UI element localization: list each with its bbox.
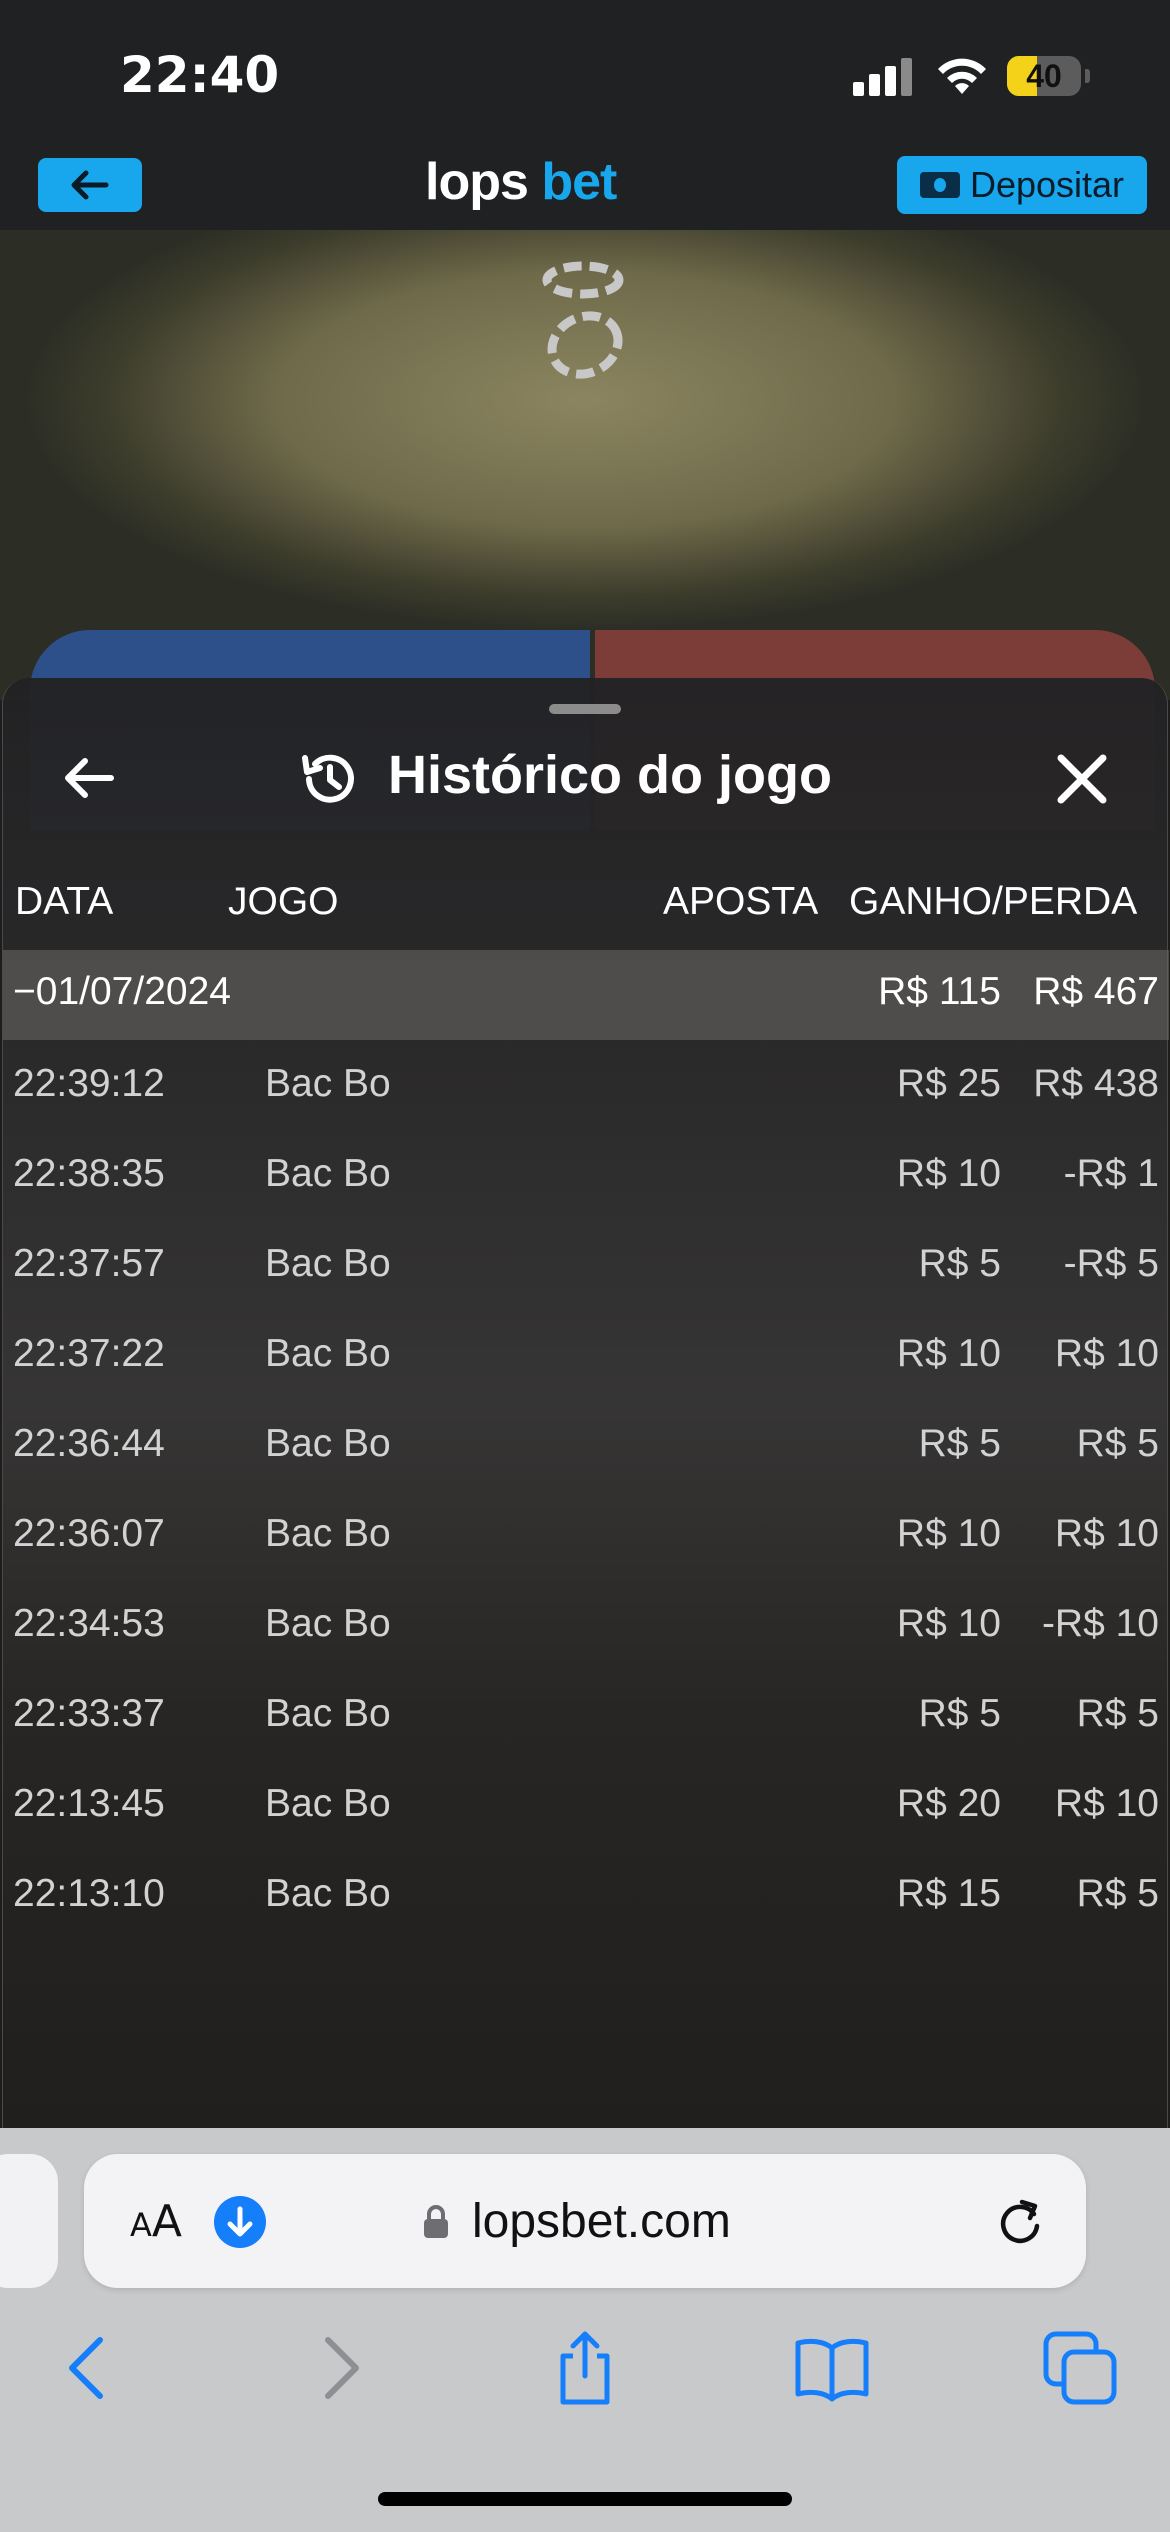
row-result: R$ 5 bbox=[1076, 1422, 1159, 1465]
clock: 22:40 bbox=[120, 46, 280, 104]
row-time: 22:37:57 bbox=[13, 1242, 165, 1285]
history-title: Histórico do jogo bbox=[388, 745, 832, 805]
share-icon[interactable] bbox=[545, 2328, 625, 2408]
history-row[interactable]: 22:39:12 Bac Bo R$ 25 R$ 438 bbox=[3, 1040, 1169, 1130]
history-row[interactable]: 22:37:57 Bac Bo R$ 5 -R$ 5 bbox=[3, 1220, 1169, 1310]
history-row[interactable]: 22:37:22 Bac Bo R$ 10 R$ 10 bbox=[3, 1310, 1169, 1400]
column-header-game: JOGO bbox=[228, 880, 339, 923]
row-time: 22:36:07 bbox=[13, 1512, 165, 1555]
row-result: R$ 5 bbox=[1076, 1872, 1159, 1915]
tabs-icon[interactable] bbox=[1040, 2328, 1120, 2408]
battery-indicator: 40 bbox=[1007, 56, 1090, 96]
row-time: 22:13:10 bbox=[13, 1872, 165, 1915]
lock-icon bbox=[424, 2205, 448, 2238]
dice-ring-decoration bbox=[542, 261, 624, 379]
row-game: Bac Bo bbox=[265, 1602, 391, 1645]
row-game: Bac Bo bbox=[265, 1062, 391, 1105]
deposit-label: Depositar bbox=[969, 164, 1125, 205]
row-time: 22:36:44 bbox=[13, 1422, 165, 1465]
arrow-left-icon bbox=[71, 170, 109, 200]
row-bet: R$ 15 bbox=[896, 1872, 1001, 1915]
row-bet: R$ 10 bbox=[896, 1602, 1001, 1645]
row-result: -R$ 10 bbox=[1041, 1602, 1159, 1645]
browser-toolbar: AA lopsbet.com bbox=[0, 2128, 1170, 2532]
history-row[interactable]: 22:33:37 Bac Bo R$ 5 R$ 5 bbox=[3, 1670, 1169, 1760]
row-time: 22:38:35 bbox=[13, 1152, 165, 1195]
close-button[interactable] bbox=[1053, 750, 1111, 808]
column-header-date: DATA bbox=[15, 880, 114, 923]
row-result: R$ 10 bbox=[1054, 1332, 1159, 1375]
row-result: R$ 10 bbox=[1054, 1782, 1159, 1825]
reader-settings-button[interactable]: AA bbox=[130, 2196, 182, 2247]
deposit-button[interactable]: Depositar bbox=[897, 156, 1147, 214]
cash-icon bbox=[919, 172, 960, 198]
address-bar[interactable]: AA lopsbet.com bbox=[84, 2154, 1086, 2288]
battery-percentage: 40 bbox=[1026, 58, 1062, 94]
history-row[interactable]: 22:34:53 Bac Bo R$ 10 -R$ 10 bbox=[3, 1580, 1169, 1670]
previous-tab-peek[interactable] bbox=[0, 2154, 58, 2288]
home-indicator[interactable] bbox=[378, 2492, 792, 2506]
row-bet: R$ 5 bbox=[918, 1422, 1001, 1465]
sheet-drag-handle[interactable] bbox=[549, 704, 621, 714]
row-result: R$ 5 bbox=[1076, 1692, 1159, 1735]
back-icon[interactable] bbox=[48, 2328, 128, 2408]
bookmarks-icon[interactable] bbox=[792, 2328, 872, 2408]
row-result: R$ 438 bbox=[1033, 1062, 1159, 1105]
row-bet: R$ 10 bbox=[896, 1332, 1001, 1375]
row-bet: R$ 5 bbox=[918, 1692, 1001, 1735]
group-win-total: R$ 467 bbox=[1033, 970, 1159, 1013]
history-row[interactable]: 22:38:35 Bac Bo R$ 10 -R$ 1 bbox=[3, 1130, 1169, 1220]
cellular-signal-icon bbox=[853, 56, 915, 96]
history-row[interactable]: 22:36:07 Bac Bo R$ 10 R$ 10 bbox=[3, 1490, 1169, 1580]
history-row[interactable]: 22:36:44 Bac Bo R$ 5 R$ 5 bbox=[3, 1400, 1169, 1490]
row-time: 22:34:53 bbox=[13, 1602, 165, 1645]
wifi-icon bbox=[938, 58, 986, 94]
row-time: 22:33:37 bbox=[13, 1692, 165, 1735]
history-row[interactable]: 22:13:45 Bac Bo R$ 20 R$ 10 bbox=[3, 1760, 1169, 1850]
row-result: -R$ 1 bbox=[1063, 1152, 1159, 1195]
group-bet-total: R$ 115 bbox=[878, 970, 1001, 1013]
row-game: Bac Bo bbox=[265, 1152, 391, 1195]
row-bet: R$ 25 bbox=[896, 1062, 1001, 1105]
row-game: Bac Bo bbox=[265, 1692, 391, 1735]
group-date: −01/07/2024 bbox=[13, 970, 231, 1013]
row-result: R$ 10 bbox=[1054, 1512, 1159, 1555]
reload-icon[interactable] bbox=[992, 2194, 1048, 2250]
logo: lops bet bbox=[425, 153, 617, 211]
date-group-row[interactable]: −01/07/2024 R$ 115 R$ 467 bbox=[3, 950, 1169, 1040]
row-bet: R$ 10 bbox=[896, 1512, 1001, 1555]
header-back-button[interactable] bbox=[38, 158, 142, 212]
row-time: 22:13:45 bbox=[13, 1782, 165, 1825]
status-bar: 22:40 40 bbox=[0, 0, 1170, 150]
history-icon bbox=[302, 754, 354, 803]
row-game: Bac Bo bbox=[265, 1782, 391, 1825]
column-header-bet: APOSTA bbox=[663, 880, 819, 923]
row-result: -R$ 5 bbox=[1063, 1242, 1159, 1285]
sheet-back-button[interactable] bbox=[59, 748, 119, 808]
row-bet: R$ 20 bbox=[896, 1782, 1001, 1825]
url-text[interactable]: lopsbet.com bbox=[472, 2194, 731, 2249]
row-time: 22:37:22 bbox=[13, 1332, 165, 1375]
download-icon[interactable] bbox=[214, 2196, 266, 2248]
app-header: lops bet Depositar bbox=[0, 150, 1170, 230]
row-game: Bac Bo bbox=[265, 1872, 391, 1915]
row-bet: R$ 5 bbox=[918, 1242, 1001, 1285]
row-bet: R$ 10 bbox=[896, 1152, 1001, 1195]
history-row[interactable]: 22:13:10 Bac Bo R$ 15 R$ 5 bbox=[3, 1850, 1169, 1940]
game-history-sheet: Histórico do jogo DATA JOGO APOSTA GANHO… bbox=[2, 678, 1169, 2128]
row-game: Bac Bo bbox=[265, 1512, 391, 1555]
forward-icon[interactable] bbox=[300, 2328, 380, 2408]
row-time: 22:39:12 bbox=[13, 1062, 165, 1105]
column-header-win-loss: GANHO/PERDA bbox=[849, 880, 1138, 923]
row-game: Bac Bo bbox=[265, 1422, 391, 1465]
row-game: Bac Bo bbox=[265, 1242, 391, 1285]
row-game: Bac Bo bbox=[265, 1332, 391, 1375]
